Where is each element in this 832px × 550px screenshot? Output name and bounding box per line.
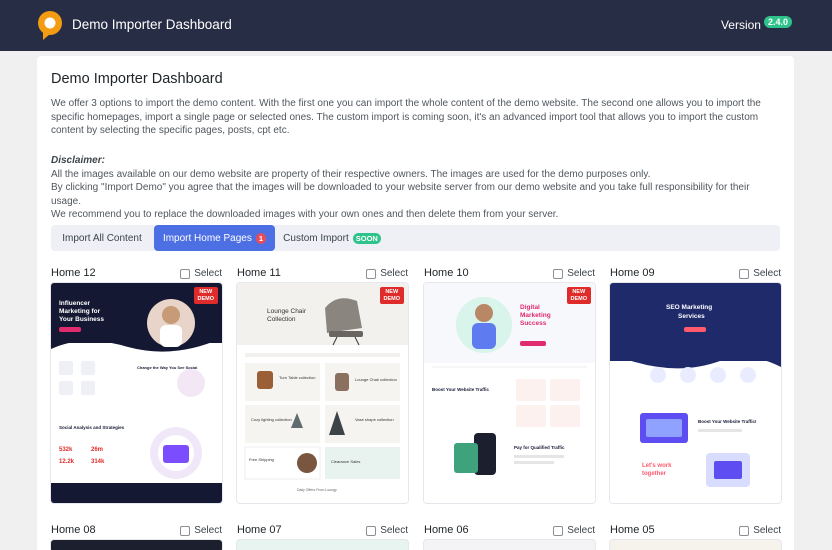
select-toggle[interactable]: Select bbox=[553, 268, 595, 279]
home-10-section-title-2: Pay for Qualified Traffic bbox=[514, 445, 565, 450]
select-checkbox[interactable] bbox=[180, 525, 191, 536]
home-11-item-1: Turn Table collection bbox=[279, 375, 315, 380]
home-11-item-6: Clearance Sales bbox=[331, 459, 360, 464]
demo-name: Home 06 bbox=[424, 524, 469, 536]
version-info: Version 2.4.0 bbox=[720, 15, 792, 32]
home-12-social-title: Social Analysis and Strategies bbox=[59, 425, 125, 430]
home-10-hero-title-1: Digital bbox=[520, 304, 540, 311]
select-toggle[interactable]: Select bbox=[366, 525, 408, 536]
home-09-hero-title-1: SEO Marketing bbox=[666, 304, 712, 311]
demo-name: Home 08 bbox=[51, 524, 96, 536]
home-09-cta-title-2: together bbox=[642, 471, 667, 477]
disclaimer-line: We recommend you to replace the download… bbox=[51, 209, 559, 220]
demo-thumbnail[interactable] bbox=[51, 540, 222, 550]
select-label: Select bbox=[753, 268, 781, 279]
home-09-hero-title-2: Services bbox=[678, 313, 705, 320]
disclaimer-title: Disclaimer: bbox=[51, 155, 105, 166]
soon-badge: SOON bbox=[352, 232, 381, 244]
tab-custom-import[interactable]: Custom Import SOON bbox=[279, 225, 385, 251]
home-09-section-title: Boost Your Website Traffic! bbox=[698, 419, 757, 424]
demo-name: Home 07 bbox=[237, 524, 282, 536]
home-12-hero-title-2: Marketing for bbox=[59, 308, 101, 315]
select-label: Select bbox=[567, 525, 595, 536]
disclaimer: Disclaimer: All the images available on … bbox=[51, 154, 781, 222]
demo-name: Home 05 bbox=[610, 524, 655, 536]
demo-thumbnail[interactable]: Lounge Chair Collection Turn Table colle… bbox=[237, 283, 408, 503]
demo-thumbnail[interactable] bbox=[237, 540, 408, 550]
version-badge: 2.4.0 bbox=[763, 15, 792, 28]
home-11-item-4: Vase shape collection bbox=[355, 417, 394, 422]
select-checkbox[interactable] bbox=[180, 268, 191, 279]
select-label: Select bbox=[380, 268, 408, 279]
select-label: Select bbox=[194, 268, 222, 279]
top-bar: Demo Importer Dashboard Version 2.4.0 bbox=[0, 0, 832, 51]
select-toggle[interactable]: Select bbox=[366, 268, 408, 279]
select-checkbox[interactable] bbox=[739, 268, 750, 279]
select-label: Select bbox=[194, 525, 222, 536]
select-toggle[interactable]: Select bbox=[180, 525, 222, 536]
home-11-item-2: Lounge Chair collection bbox=[355, 377, 397, 382]
new-demo-badge: NEW DEMO bbox=[379, 287, 404, 304]
new-demo-badge: NEW DEMO bbox=[193, 287, 218, 304]
count-badge: 1 bbox=[255, 232, 267, 244]
home-11-hero-title-2: Collection bbox=[267, 316, 296, 323]
home-12-stat-2: 26m bbox=[91, 447, 103, 453]
select-checkbox[interactable] bbox=[366, 268, 377, 279]
app-title: Demo Importer Dashboard bbox=[72, 17, 232, 32]
home-09-preview-image: SEO Marketing Services Boost Your Websit… bbox=[610, 283, 781, 503]
select-checkbox[interactable] bbox=[553, 525, 564, 536]
home-10-hero-title-3: Success bbox=[520, 320, 547, 327]
chat-bubble-logo-icon[interactable] bbox=[37, 11, 63, 41]
demo-name: Home 10 bbox=[424, 267, 469, 279]
page-title: Demo Importer Dashboard bbox=[51, 71, 223, 87]
home-10-hero-title-2: Marketing bbox=[520, 312, 551, 319]
demo-thumbnail[interactable] bbox=[610, 540, 781, 550]
home-11-item-5: Free Shipping bbox=[249, 457, 274, 462]
home-11-footer-text: Daily Offers From Loungy bbox=[297, 488, 337, 492]
demo-name: Home 11 bbox=[237, 267, 281, 279]
home-12-stat-4: 314k bbox=[91, 459, 105, 465]
select-label: Select bbox=[753, 525, 781, 536]
home-12-preview-image: Influencer Marketing for Your Business C… bbox=[51, 283, 222, 503]
tab-label: Import All Content bbox=[62, 232, 142, 244]
import-tabs: Import All Content Import Home Pages 1 C… bbox=[51, 225, 780, 251]
home-12-hero-title-3: Your Business bbox=[59, 316, 104, 323]
new-demo-badge: NEW DEMO bbox=[566, 287, 591, 304]
home-12-stat-3: 12.2k bbox=[59, 459, 75, 465]
dashboard-panel: Demo Importer Dashboard We offer 3 optio… bbox=[37, 56, 794, 550]
demo-name: Home 09 bbox=[610, 267, 655, 279]
tab-label: Custom Import bbox=[283, 232, 349, 244]
tab-import-home-pages[interactable]: Import Home Pages 1 bbox=[154, 225, 275, 251]
home-10-section-title: Boost Your Website Traffic bbox=[432, 387, 490, 392]
home-09-cta-title-1: Let's work bbox=[642, 463, 672, 469]
demo-thumbnail[interactable]: SEO Marketing Services Boost Your Websit… bbox=[610, 283, 781, 503]
home-11-preview-image: Lounge Chair Collection Turn Table colle… bbox=[237, 283, 408, 503]
version-label: Version bbox=[720, 18, 761, 32]
intro-text: We offer 3 options to import the demo co… bbox=[51, 98, 761, 136]
select-checkbox[interactable] bbox=[366, 525, 377, 536]
disclaimer-line: All the images available on our demo web… bbox=[51, 168, 651, 180]
demo-thumbnail[interactable]: Influencer Marketing for Your Business C… bbox=[51, 283, 222, 503]
select-label: Select bbox=[380, 525, 408, 536]
select-checkbox[interactable] bbox=[553, 268, 564, 279]
tab-label: Import Home Pages bbox=[162, 232, 252, 244]
select-toggle[interactable]: Select bbox=[180, 268, 222, 279]
demo-thumbnail[interactable] bbox=[424, 540, 595, 550]
home-12-section-title: Change the Way You See Social bbox=[137, 365, 197, 370]
select-toggle[interactable]: Select bbox=[739, 525, 781, 536]
select-label: Select bbox=[567, 268, 595, 279]
home-12-hero-title-1: Influencer bbox=[59, 300, 91, 307]
home-10-preview-image: Digital Marketing Success Boost Your Web… bbox=[424, 283, 595, 503]
demo-name: Home 12 bbox=[51, 267, 96, 279]
select-checkbox[interactable] bbox=[739, 525, 750, 536]
select-toggle[interactable]: Select bbox=[739, 268, 781, 279]
disclaimer-line: By clicking "Import Demo" you agree that… bbox=[51, 182, 750, 207]
home-11-item-3: Cozy lighting collection bbox=[251, 417, 292, 422]
demo-thumbnail[interactable]: Digital Marketing Success Boost Your Web… bbox=[424, 283, 595, 503]
select-toggle[interactable]: Select bbox=[553, 525, 595, 536]
home-11-hero-title-1: Lounge Chair bbox=[267, 308, 307, 315]
home-12-stat-1: 532k bbox=[59, 447, 73, 453]
tab-import-all-content[interactable]: Import All Content bbox=[51, 225, 153, 251]
